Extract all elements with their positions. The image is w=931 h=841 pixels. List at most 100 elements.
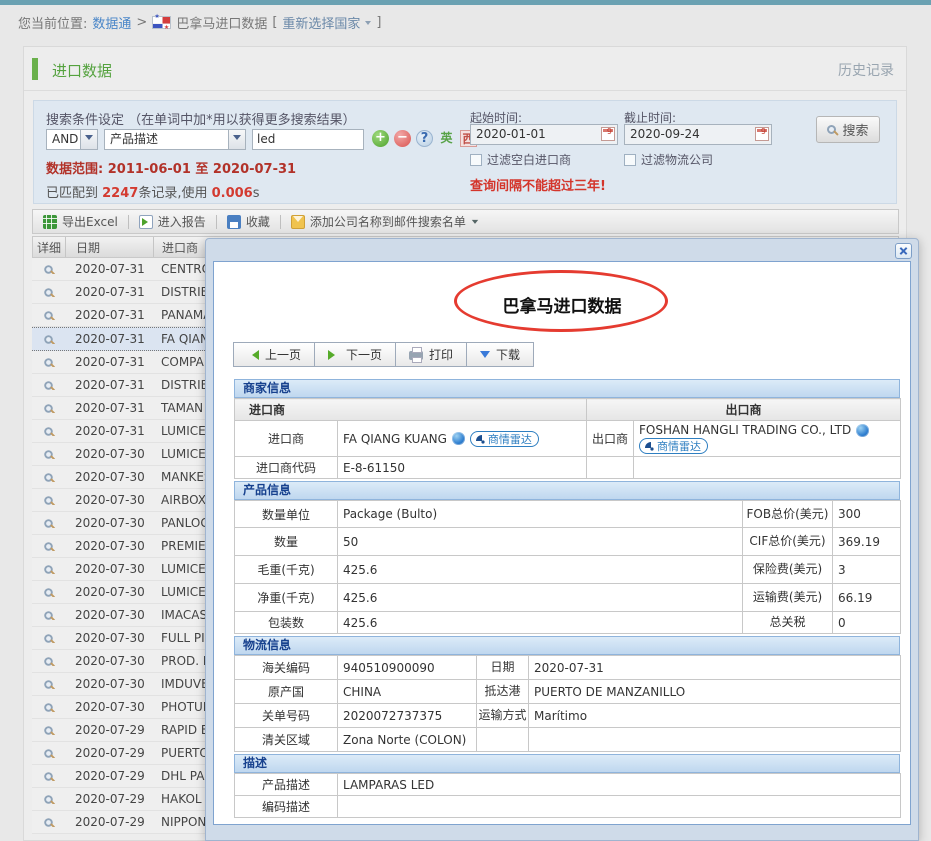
print-button[interactable]: 打印 <box>395 342 467 367</box>
detail-row: 清关区域Zona Norte (COLON) <box>235 728 901 752</box>
logistics-checkbox[interactable] <box>624 154 636 166</box>
detail-label: 海关编码 <box>235 656 338 680</box>
row-detail-cell <box>32 772 65 781</box>
magnifier-icon[interactable] <box>44 450 53 459</box>
modal-nav: 上一页 下一页 打印 下载 <box>234 342 534 367</box>
next-page-button[interactable]: 下一页 <box>314 342 396 367</box>
detail-value: 2020-07-31 <box>529 656 901 680</box>
calendar-icon[interactable] <box>755 127 769 141</box>
matched-suffix: s <box>253 186 260 201</box>
add-mail-list-button[interactable]: 添加公司名称到邮件搜索名单 <box>281 213 489 230</box>
prev-page-button[interactable]: 上一页 <box>233 342 315 367</box>
magnifier-icon[interactable] <box>44 496 53 505</box>
detail-label: 清关区域 <box>235 728 338 752</box>
merchant-table: 进口商 出口商 进口商 FA QIANG KUANG 商情雷达 <box>234 398 901 479</box>
magnifier-icon[interactable] <box>44 335 53 344</box>
magnifier-icon[interactable] <box>44 726 53 735</box>
detail-sections: 商家信息 进口商 出口商 进口商 FA QIANG KUANG <box>234 379 900 818</box>
magnifier-icon[interactable] <box>44 657 53 666</box>
detail-row: 数量单位Package (Bulto)FOB总价(美元)300 <box>235 501 901 528</box>
select-arrow-zone[interactable] <box>80 130 97 149</box>
importer-label: 进口商 <box>235 421 338 457</box>
magnifier-icon[interactable] <box>44 795 53 804</box>
logistics-section-header: 物流信息 <box>234 636 900 655</box>
chevron-down-icon <box>233 135 241 144</box>
favorite-button[interactable]: 收藏 <box>217 213 280 230</box>
close-icon[interactable] <box>895 243 912 259</box>
magnifier-icon[interactable] <box>44 634 53 643</box>
enter-report-label: 进入报告 <box>158 213 206 230</box>
row-detail-cell <box>32 381 65 390</box>
detail-label: 总关税 <box>743 612 833 634</box>
title-accent-bar <box>32 58 38 80</box>
enter-report-button[interactable]: 进入报告 <box>129 213 216 230</box>
row-detail-cell <box>32 657 65 666</box>
bool-operator-value: AND <box>52 132 78 146</box>
magnifier-icon[interactable] <box>44 473 53 482</box>
keyword-input[interactable]: led <box>252 129 364 150</box>
magnifier-icon[interactable] <box>44 381 53 390</box>
magnifier-icon[interactable] <box>44 265 53 274</box>
magnifier-icon[interactable] <box>44 588 53 597</box>
export-excel-label: 导出Excel <box>62 213 118 230</box>
magnifier-icon[interactable] <box>44 772 53 781</box>
detail-label: 数量单位 <box>235 501 338 528</box>
select-arrow-zone[interactable] <box>228 130 245 149</box>
lang-english-toggle[interactable]: 英 <box>438 130 455 147</box>
filter-logistics: 过滤物流公司 <box>624 151 713 168</box>
detail-row: 原产国CHINA抵达港PUERTO DE MANZANILLO <box>235 680 901 704</box>
detail-label: 关单号码 <box>235 704 338 728</box>
merchant-code-row: 进口商代码 E-8-61150 <box>235 457 901 479</box>
importer-column-header: 进口商 <box>235 399 587 421</box>
magnifier-icon[interactable] <box>44 565 53 574</box>
export-excel-button[interactable]: 导出Excel <box>33 213 128 230</box>
globe-icon[interactable] <box>856 424 869 437</box>
end-date-input[interactable]: 2020-09-24 <box>624 124 772 145</box>
row-date: 2020-07-30 <box>65 562 153 576</box>
magnifier-icon[interactable] <box>44 680 53 689</box>
magnifier-icon[interactable] <box>44 703 53 712</box>
magnifier-icon[interactable] <box>44 542 53 551</box>
search-field-select[interactable]: 产品描述 <box>104 129 246 150</box>
row-date: 2020-07-31 <box>65 285 153 299</box>
row-date: 2020-07-30 <box>65 470 153 484</box>
help-icon[interactable]: ? <box>416 130 433 147</box>
magnifier-icon[interactable] <box>44 749 53 758</box>
matched-count: 2247 <box>102 186 138 201</box>
prev-page-label: 上一页 <box>265 346 301 363</box>
row-date: 2020-07-30 <box>65 608 153 622</box>
page-title: 进口数据 <box>52 60 112 81</box>
history-link[interactable]: 历史记录 <box>838 60 894 80</box>
remove-condition-icon[interactable]: − <box>394 130 411 147</box>
exporter-radar-badge[interactable]: 商情雷达 <box>639 438 708 454</box>
logistics-label: 过滤物流公司 <box>641 151 713 168</box>
magnifier-icon[interactable] <box>44 427 53 436</box>
detail-label: 数量 <box>235 528 338 556</box>
product-table: 数量单位Package (Bulto)FOB总价(美元)300数量50CIF总价… <box>234 500 901 634</box>
add-condition-icon[interactable]: + <box>372 130 389 147</box>
row-date: 2020-07-31 <box>65 332 153 346</box>
search-button[interactable]: 搜索 <box>816 116 880 143</box>
magnifier-icon[interactable] <box>44 818 53 827</box>
magnifier-icon[interactable] <box>44 404 53 413</box>
download-button[interactable]: 下载 <box>466 342 534 367</box>
blank-importer-checkbox[interactable] <box>470 154 482 166</box>
chevron-down-icon[interactable] <box>365 21 371 28</box>
filter-blank-importer: 过滤空白进口商 <box>470 151 571 168</box>
row-detail-cell <box>32 611 65 620</box>
calendar-icon[interactable] <box>601 127 615 141</box>
magnifier-icon[interactable] <box>44 358 53 367</box>
detail-label <box>477 728 529 752</box>
magnifier-icon[interactable] <box>44 611 53 620</box>
globe-icon[interactable] <box>452 432 465 445</box>
breadcrumb-home-link[interactable]: 数据通 <box>92 13 131 32</box>
importer-radar-badge[interactable]: 商情雷达 <box>470 431 539 447</box>
reselect-country-link[interactable]: 重新选择国家 <box>282 13 360 32</box>
magnifier-icon[interactable] <box>44 311 53 320</box>
bool-operator-select[interactable]: AND <box>46 129 98 150</box>
magnifier-icon[interactable] <box>44 519 53 528</box>
magnifier-icon[interactable] <box>44 288 53 297</box>
detail-label: 保险费(美元) <box>743 556 833 584</box>
printer-icon <box>409 351 423 360</box>
start-date-input[interactable]: 2020-01-01 <box>470 124 618 145</box>
